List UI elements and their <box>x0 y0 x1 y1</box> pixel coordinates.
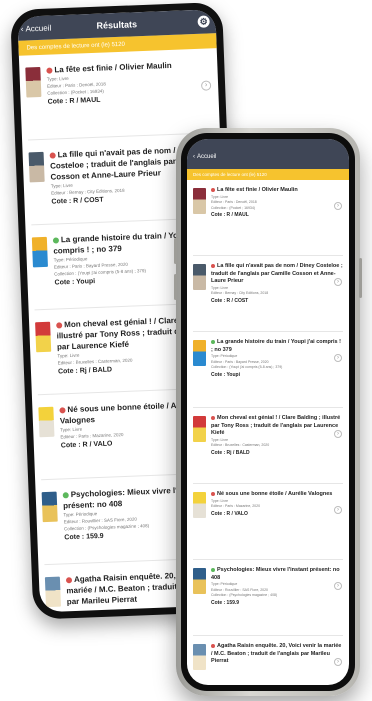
book-cover <box>44 576 62 608</box>
availability-dot <box>211 491 215 496</box>
book-cover <box>193 188 206 214</box>
result-cote: Cote : Rj / BALD <box>211 449 250 456</box>
result-meta: Editeur : Paris : Mazarine, 2020 <box>211 504 261 508</box>
result-title[interactable]: La grande histoire du train / Youpi j'ai… <box>211 339 343 354</box>
info-banner-text: Des comptes de lecture ont (le) 5120 <box>26 41 125 51</box>
result-body: Mon cheval est génial ! / Clare Balding … <box>211 415 343 477</box>
availability-dot <box>46 67 53 74</box>
result-title[interactable]: Né sous une bonne étoile / Aurélie Valog… <box>211 491 343 499</box>
book-cover <box>41 491 58 523</box>
availability-dot <box>52 237 60 244</box>
result-title-text: Psychologies: Mieux vivre l'instant prés… <box>211 567 340 581</box>
result-body: La fête est finie / Olivier Maulin Type: … <box>46 58 213 130</box>
result-title[interactable]: La fête est finie / Olivier Maulin <box>211 187 343 195</box>
result-cote: Cote : 159.9 <box>211 599 240 606</box>
chevron-right-icon[interactable]: › <box>334 278 342 286</box>
power-button <box>359 258 362 298</box>
phone-front-screen: ‹ Accueil Des comptes de lecture ont (le… <box>187 139 349 685</box>
top-bar: ‹ Accueil <box>187 139 349 169</box>
info-banner: Des comptes de lecture ont (le) 5120 <box>187 169 349 180</box>
phone-front-bezel: ‹ Accueil Des comptes de lecture ont (le… <box>181 133 355 691</box>
result-cote: Cote : Youpi <box>211 371 240 378</box>
availability-dot <box>211 643 215 648</box>
book-cover <box>28 151 45 183</box>
chevron-right-icon[interactable]: › <box>334 430 342 438</box>
book-cover <box>193 568 206 594</box>
book-cover <box>193 644 206 670</box>
availability-dot <box>49 152 56 159</box>
result-body: La fête est finie / Olivier Maulin Type: … <box>211 187 343 249</box>
result-body: La fille qui n'avait pas de nom / Diney … <box>211 263 343 325</box>
availability-dot <box>56 322 63 329</box>
availability-dot <box>211 187 215 192</box>
page-title: Résultats <box>96 19 138 31</box>
result-meta: Collection : (Pocket ; 16934) <box>211 205 255 210</box>
results-list: La fête est finie / Olivier Maulin Type: … <box>187 180 349 685</box>
result-cote: Cote : R / VALO <box>211 510 248 517</box>
result-meta: Collection : (Youpi j'ai compris (5-8 an… <box>211 365 283 369</box>
result-item[interactable]: La grande histoire du train / Youpi j'ai… <box>193 332 343 408</box>
result-meta: Collection : (Psychologies magazine ; 40… <box>211 593 278 597</box>
side-button <box>174 238 177 264</box>
result-meta: Editeur : Bernay : City Editions, 2018 <box>211 291 269 295</box>
availability-dot <box>211 567 215 572</box>
availability-dot <box>65 577 73 584</box>
chevron-right-icon[interactable]: › <box>334 658 342 666</box>
result-title[interactable]: Agatha Raisin enquête. 20, Voici venir l… <box>211 643 343 666</box>
result-meta: Editeur : Bruxelles : Casterman, 2020 <box>211 443 270 447</box>
result-title[interactable]: Mon cheval est génial ! / Clare Balding … <box>211 415 343 438</box>
book-cover <box>193 340 206 366</box>
result-title-text: La fête est finie / Olivier Maulin <box>217 187 298 193</box>
chevron-right-icon[interactable]: › <box>334 506 342 514</box>
chevron-right-icon[interactable]: › <box>334 354 342 362</box>
result-item[interactable]: Agatha Raisin enquête. 20, Voici venir l… <box>193 636 343 685</box>
chevron-right-icon[interactable]: › <box>334 202 342 210</box>
availability-dot <box>211 263 215 268</box>
info-banner-text: Des comptes de lecture ont (le) 5120 <box>193 172 267 177</box>
back-button[interactable]: ‹ Accueil <box>187 154 216 160</box>
result-item[interactable]: Mon cheval est génial ! / Clare Balding … <box>193 408 343 484</box>
result-title-text: La grande histoire du train / Youpi j'ai… <box>211 339 341 353</box>
result-title-text: Né sous une bonne étoile / Aurélie Valog… <box>217 491 333 497</box>
availability-dot <box>211 339 215 344</box>
chevron-left-icon: ‹ <box>193 154 195 160</box>
result-body: Né sous une bonne étoile / Aurélie Valog… <box>211 491 343 553</box>
availability-dot <box>211 415 215 420</box>
availability-dot <box>59 407 66 414</box>
result-item[interactable]: Psychologies: Mieux vivre l'instant prés… <box>193 560 343 636</box>
result-item[interactable]: La fête est finie / Olivier Maulin Type: … <box>193 180 343 256</box>
result-cote: Cote : R / MAUL <box>211 212 249 218</box>
back-label: Accueil <box>197 154 217 160</box>
side-button <box>174 274 177 300</box>
availability-dot <box>62 492 69 499</box>
result-body: La grande histoire du train / Youpi j'ai… <box>211 339 343 401</box>
book-cover <box>31 236 48 268</box>
chevron-right-icon[interactable]: › <box>334 582 342 590</box>
result-item[interactable]: La fille qui n'avait pas de nom / Diney … <box>193 256 343 332</box>
result-title-text: Agatha Raisin enquête. 20, Voici venir l… <box>211 643 342 664</box>
result-title[interactable]: Psychologies: Mieux vivre l'instant prés… <box>211 567 343 582</box>
result-item[interactable]: Né sous une bonne étoile / Aurélie Valog… <box>193 484 343 560</box>
book-cover <box>38 406 55 438</box>
result-cote: Cote : R / COST <box>211 297 249 304</box>
book-cover <box>193 492 206 518</box>
book-cover <box>35 321 52 353</box>
result-title[interactable]: La fille qui n'avait pas de nom / Diney … <box>211 263 343 286</box>
result-body: Agatha Raisin enquête. 20, Voici venir l… <box>211 643 343 685</box>
book-cover <box>193 264 206 290</box>
result-title-text: Mon cheval est génial ! / Clare Balding … <box>211 415 341 436</box>
result-body: Psychologies: Mieux vivre l'instant prés… <box>211 567 343 629</box>
result-item[interactable]: La fête est finie / Olivier Maulin Type: … <box>24 48 214 141</box>
book-cover <box>193 416 206 442</box>
phone-front: ‹ Accueil Des comptes de lecture ont (le… <box>174 128 362 696</box>
book-cover <box>25 66 42 98</box>
result-title-text: La fille qui n'avait pas de nom / Diney … <box>211 263 343 284</box>
